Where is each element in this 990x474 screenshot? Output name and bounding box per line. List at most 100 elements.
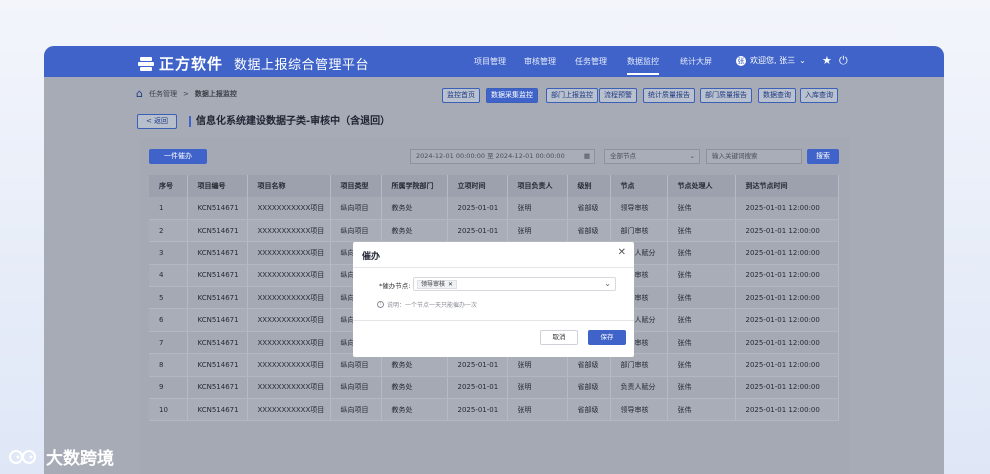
chip-storage-query[interactable]: 入库查询 — [800, 88, 838, 103]
table-cell: 张伟 — [667, 219, 736, 243]
table-cell: XXXXXXXXXXX项目 — [247, 331, 331, 355]
note-text: 说明：一个节点一天只能催办一次 — [387, 302, 478, 309]
table-cell: 部门审核 — [610, 353, 668, 377]
date-range-picker[interactable]: 2024-12-01 00:00:00 至 2024-12-01 00:00:0… — [410, 149, 595, 164]
nav-item-data-monitor[interactable]: 数据监控 — [627, 56, 659, 75]
breadcrumb-parent[interactable]: 任务管理 — [149, 89, 177, 99]
table-cell: 教务处 — [381, 398, 448, 422]
back-button[interactable]: < 返回 — [137, 114, 177, 129]
table-cell: 教务处 — [381, 353, 448, 377]
search-button[interactable]: 搜索 — [807, 149, 839, 164]
table-row[interactable]: 8 KCN514671 XXXXXXXXXXX项目 纵向项目 教务处 2025-01-01… — [149, 353, 839, 377]
table-cell: 2025-01-01 — [447, 376, 508, 400]
table-cell: XXXXXXXXXXX项目 — [247, 353, 331, 377]
table-cell: 教务处 — [381, 376, 448, 400]
table-cell: 领导审核 — [610, 398, 668, 422]
table-cell: 7 — [149, 331, 188, 355]
close-icon[interactable]: ✕ — [618, 247, 626, 258]
home-icon[interactable]: ⌂ — [136, 87, 143, 100]
table-cell: 张伟 — [667, 376, 736, 400]
star-icon[interactable]: ★ — [822, 54, 832, 67]
table-cell: 2025-01-01 12:00:00 — [735, 398, 839, 422]
chip-flow-warning[interactable]: 流程预警 — [599, 88, 637, 103]
table-cell: XXXXXXXXXXX项目 — [247, 219, 331, 243]
table-row[interactable]: 10 KCN514671 XXXXXXXXXXX项目 纵向项目 教务处 2025-01-0… — [149, 398, 839, 422]
column-header: 项目编号 — [187, 175, 248, 197]
chip-stats-quality[interactable]: 统计质量报告 — [643, 88, 695, 103]
node-select[interactable]: 全部节点 ⌄ — [604, 149, 700, 164]
cancel-button[interactable]: 取消 — [540, 330, 578, 345]
tag-remove-icon[interactable]: ✕ — [448, 281, 453, 289]
table-cell: 2025-01-01 12:00:00 — [735, 264, 839, 288]
table-row[interactable]: 2 KCN514671 XXXXXXXXXXX项目 纵向项目 教务处 2025-01-01… — [149, 219, 839, 243]
nav-item-stats-screen[interactable]: 统计大屏 — [680, 56, 712, 67]
table-cell: 张伟 — [667, 353, 736, 377]
nav-item-project[interactable]: 项目管理 — [474, 56, 506, 67]
table-cell: KCN514671 — [187, 241, 248, 265]
table-cell: 2025-01-01 12:00:00 — [735, 353, 839, 377]
table-cell: KCN514671 — [187, 376, 248, 400]
chip-dept-quality[interactable]: 部门质量报告 — [700, 88, 752, 103]
keyword-search-input[interactable]: 输入关键词搜索 — [706, 149, 802, 164]
nav-item-task[interactable]: 任务管理 — [575, 56, 607, 67]
table-cell: 2025-01-01 12:00:00 — [735, 286, 839, 310]
table-cell: 张伟 — [667, 264, 736, 288]
node-select-value: 全部节点 — [610, 152, 636, 160]
chip-dept-report[interactable]: 部门上报监控 — [546, 88, 598, 103]
top-navbar: 正方软件 数据上报综合管理平台 项目管理 审核管理 任务管理 数据监控 统计大屏… — [44, 46, 944, 77]
user-label: 欢迎您, 张三 — [750, 56, 796, 65]
breadcrumb: ⌂ 任务管理 > 数据上报监控 — [136, 87, 237, 100]
breadcrumb-current: 数据上报监控 — [194, 89, 237, 98]
table-cell: XXXXXXXXXXX项目 — [247, 264, 331, 288]
logo-text: 正方软件 — [159, 55, 224, 73]
tag-label: 领导审核 — [421, 280, 446, 288]
table-cell: 张伟 — [667, 241, 736, 265]
table-cell: 教务处 — [381, 197, 448, 220]
table-cell: 纵向项目 — [330, 197, 382, 220]
column-header: 所属学院部门 — [381, 175, 448, 197]
table-cell: 张明 — [507, 353, 568, 377]
note: ! 说明：一个节点一天只能催办一次 — [377, 300, 477, 309]
one-click-urge-button[interactable]: 一件催办 — [149, 149, 207, 164]
table-row[interactable]: 1 KCN514671 XXXXXXXXXXX项目 纵向项目 教务处 2025-01-01… — [149, 197, 839, 220]
breadcrumb-separator-icon: > — [182, 89, 189, 98]
chip-data-collection[interactable]: 数据采集监控 — [486, 88, 538, 103]
nav-item-review[interactable]: 审核管理 — [524, 56, 556, 67]
info-icon: ! — [377, 301, 384, 308]
chevron-down-icon: ⌄ — [689, 152, 695, 160]
urge-dialog: 催办 ✕ *催办节点: 领导审核 ✕ ⌄ ! 说明：一个节点一天只能催办一次 取… — [353, 242, 634, 357]
table-cell: 2025-01-01 12:00:00 — [735, 197, 839, 220]
table-cell: XXXXXXXXXXX项目 — [247, 241, 331, 265]
calendar-icon: ▦ — [583, 152, 590, 160]
table-cell: 省部级 — [567, 398, 611, 422]
save-button[interactable]: 保存 — [588, 330, 626, 345]
power-icon[interactable]: ⏻ — [839, 54, 848, 68]
chip-data-query[interactable]: 数据查询 — [758, 88, 796, 103]
table-cell: 纵向项目 — [330, 398, 382, 422]
table-cell: XXXXXXXXXXX项目 — [247, 197, 331, 220]
table-cell: 6 — [149, 308, 188, 332]
table-cell: 10 — [149, 398, 188, 422]
table-cell: 纵向项目 — [330, 376, 382, 400]
logo-icon — [138, 56, 154, 72]
table-cell: 张伟 — [667, 286, 736, 310]
table-cell: KCN514671 — [187, 398, 248, 422]
table-cell: 2025-01-01 — [447, 353, 508, 377]
table-header-row: 序号 项目编号 项目名称 项目类型 所属学院部门 立项时间 项目负责人 级别 节… — [149, 175, 839, 197]
urge-node-select[interactable]: 领导审核 ✕ ⌄ — [413, 277, 616, 291]
page-title: 信息化系统建设数据子类-审核中（含退回） — [189, 116, 390, 127]
table-row[interactable]: 9 KCN514671 XXXXXXXXXXX项目 纵向项目 教务处 2025-01-01… — [149, 376, 839, 400]
user-menu[interactable]: 张 欢迎您, 张三 ⌄ — [736, 55, 806, 66]
table-cell: 省部级 — [567, 219, 611, 243]
table-cell: XXXXXXXXXXX项目 — [247, 398, 331, 422]
table-cell: 张伟 — [667, 197, 736, 220]
table-cell: 纵向项目 — [330, 219, 382, 243]
table-cell: 省部级 — [567, 353, 611, 377]
table-cell: 省部级 — [567, 376, 611, 400]
dialog-title: 催办 — [362, 252, 381, 262]
table-cell: 教务处 — [381, 219, 448, 243]
table-cell: 2025-01-01 12:00:00 — [735, 331, 839, 355]
table-cell: 张明 — [507, 398, 568, 422]
chip-monitor-home[interactable]: 监控首页 — [442, 88, 480, 103]
chevron-down-icon: ⌄ — [799, 56, 806, 65]
